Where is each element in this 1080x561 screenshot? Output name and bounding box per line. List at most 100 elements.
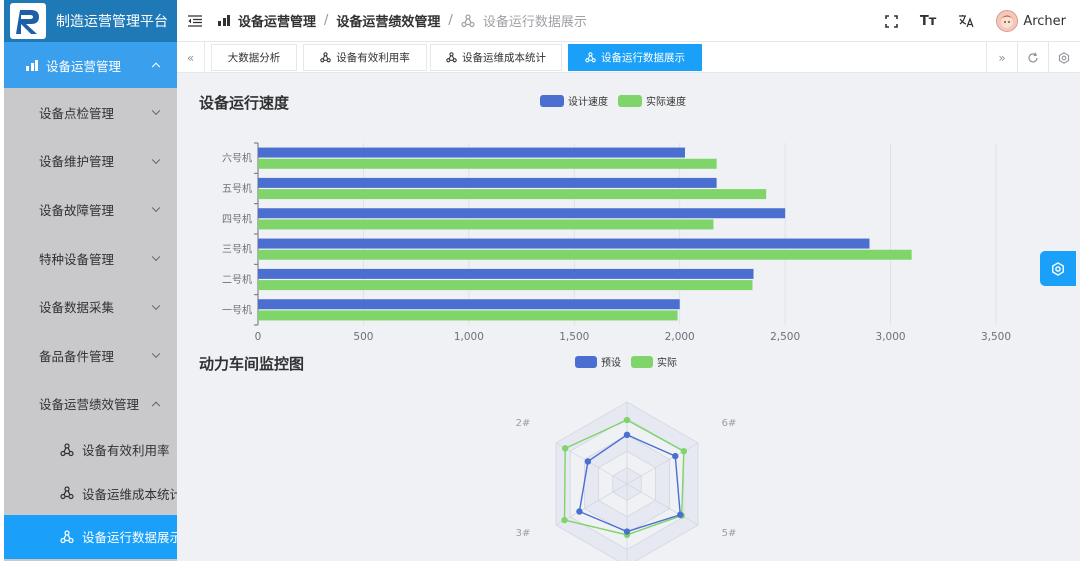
tab-maintenance-cost[interactable]: 设备运维成本统计: [430, 44, 562, 71]
logo-bar: 制造运营管理平台: [4, 0, 177, 42]
breadcrumb-label: 设备运行数据展示: [482, 15, 587, 30]
sidebar-subitem-label: 设备有效利用率: [82, 443, 170, 459]
radar-indicator-label: 2#: [516, 418, 531, 429]
main-content: 0 500 1,000 1,500 2,000 2,500 3,000 3,500 一号机 二号机…: [177, 73, 1080, 561]
power-workshop-radar-chart: 2# 6# 3# 5#: [516, 401, 736, 561]
sidebar-subitem-running-data[interactable]: 设备运行数据展示: [4, 515, 177, 559]
floating-settings-button[interactable]: [1040, 251, 1076, 286]
tab-label: 设备运行数据展示: [601, 52, 685, 64]
sidebar-item-label: 特种设备管理: [39, 251, 115, 267]
sidebar-item-maintenance[interactable]: 设备维护管理: [4, 137, 177, 186]
tab-label: 大数据分析: [227, 52, 281, 64]
tab-label: 设备运维成本统计: [462, 52, 546, 64]
tab-label: 设备有效利用率: [336, 52, 410, 64]
refresh-icon: [1028, 52, 1038, 62]
sidebar-item-label: 设备故障管理: [39, 202, 115, 218]
sidebar-item-fault[interactable]: 设备故障管理: [4, 185, 177, 234]
legend-item-preset[interactable]: 预设: [575, 354, 621, 369]
sidebar-item-label: 设备点检管理: [39, 105, 115, 121]
chevron-down-icon: [151, 301, 161, 310]
radar-point-preset: [576, 508, 583, 515]
user-name[interactable]: Archer: [1023, 14, 1066, 29]
legend-item-actual[interactable]: 实际速度: [618, 93, 686, 108]
breadcrumb-current: 设备运行数据展示: [461, 11, 587, 30]
legend-item-actual-radar[interactable]: 实际: [631, 354, 677, 369]
tab-bigdata[interactable]: 大数据分析: [211, 44, 297, 71]
share-nodes-icon: [60, 486, 74, 500]
avatar-face-icon: [1000, 15, 1015, 28]
gear-icon: [1058, 51, 1070, 64]
bar-chart-icon: [26, 59, 38, 71]
share-nodes-icon: [60, 443, 74, 457]
share-nodes-icon: [461, 13, 475, 27]
sidebar-item-spare-parts[interactable]: 备品备件管理: [4, 331, 177, 380]
app-logo[interactable]: [10, 3, 46, 39]
radar-point-preset: [672, 452, 679, 460]
sidebar-item-performance[interactable]: 设备运营绩效管理: [4, 380, 177, 429]
double-chevron-right-icon: »: [998, 50, 1006, 65]
chevron-down-icon: [151, 252, 161, 262]
logo-r-icon: [16, 10, 39, 34]
radar-point-preset: [584, 458, 592, 465]
sidebar-subitem-utilization[interactable]: 设备有效利用率: [4, 428, 177, 472]
sidebar-item-data-collection[interactable]: 设备数据采集: [4, 282, 177, 331]
bar-chart-legend: 设计速度 实际速度: [540, 93, 696, 108]
tab-scroll-left-button[interactable]: «: [177, 42, 205, 73]
sidebar-subitem-label: 设备运行数据展示: [82, 530, 177, 546]
bar-chart-icon: [218, 15, 230, 26]
chevron-down-icon: [151, 155, 161, 164]
refresh-button[interactable]: [1017, 42, 1048, 73]
tab-scroll-right-button[interactable]: »: [986, 42, 1017, 73]
legend-item-design[interactable]: 设计速度: [540, 93, 608, 108]
sidebar: 制造运营管理平台 设备运营管理 设备点检管理 设备维护管理 设备故障管理 特种设…: [4, 0, 177, 561]
double-chevron-left-icon: «: [186, 50, 195, 65]
bar-chart-title: 设备运行速度: [199, 94, 290, 112]
chevron-down-icon: [151, 106, 161, 116]
sidebar-item-inspection[interactable]: 设备点检管理: [4, 88, 177, 137]
legend-label: 设计速度: [568, 97, 608, 108]
breadcrumb-item[interactable]: 设备运营管理: [218, 11, 316, 30]
legend-label: 预设: [601, 358, 621, 369]
font-size-icon[interactable]: Tт: [920, 14, 936, 29]
sidebar-item-label: 设备运营绩效管理: [39, 397, 140, 413]
breadcrumb-separator: /: [324, 13, 329, 28]
tab-settings-button[interactable]: [1048, 42, 1079, 73]
breadcrumb-label: 设备运营管理: [238, 15, 317, 30]
tab-utilization[interactable]: 设备有效利用率: [303, 44, 427, 71]
breadcrumb-item[interactable]: 设备运营绩效管理: [336, 11, 440, 30]
sidebar-item-special-equipment[interactable]: 特种设备管理: [4, 234, 177, 283]
avatar[interactable]: [996, 10, 1019, 32]
radar-point-actual: [561, 516, 568, 524]
radar-chart-title: 动力车间监控图: [199, 355, 305, 373]
chevron-up-icon: [151, 62, 161, 72]
header-toolbar: Tт Archer: [863, 0, 1066, 42]
radar-indicator-label: 3#: [516, 528, 531, 539]
legend-swatch: [575, 355, 597, 368]
radar-point-actual: [623, 416, 631, 424]
share-nodes-icon: [60, 530, 74, 544]
tab-running-data[interactable]: 设备运行数据展示: [568, 44, 702, 71]
radar-point-preset: [677, 511, 684, 518]
share-nodes-icon: [446, 52, 457, 63]
share-nodes-icon: [585, 52, 596, 63]
breadcrumb-separator: /: [448, 13, 453, 28]
chevron-up-icon: [151, 401, 161, 410]
menu-fold-icon[interactable]: [188, 14, 202, 27]
gear-icon: [1052, 261, 1064, 276]
sidebar-subitem-maintenance-cost[interactable]: 设备运维成本统计: [4, 472, 177, 516]
sidebar-item-device-operation[interactable]: 设备运营管理: [4, 42, 177, 88]
sidebar-subitem-label: 设备运维成本统计: [82, 486, 177, 502]
sidebar-item-label: 备品备件管理: [39, 348, 115, 364]
radar-point-actual: [680, 448, 688, 455]
radar-chart-legend: 预设 实际: [575, 354, 687, 369]
translate-icon[interactable]: [958, 14, 974, 28]
sidebar-item-label: 设备数据采集: [39, 300, 115, 316]
tab-bar: « 大数据分析 设备有效利用率 设备运维成本统计 设备运行数据展示 »: [177, 42, 1080, 73]
fullscreen-icon[interactable]: [885, 14, 898, 28]
breadcrumb-label: 设备运营绩效管理: [336, 15, 441, 30]
sidebar-item-label: 设备运营管理: [46, 58, 122, 74]
radar-point-preset: [623, 431, 631, 438]
legend-label: 实际: [657, 358, 677, 369]
legend-label: 实际速度: [646, 97, 686, 108]
top-header: 设备运营管理 / 设备运营绩效管理 / 设备运行数据展示 Tт Archer: [177, 0, 1080, 42]
